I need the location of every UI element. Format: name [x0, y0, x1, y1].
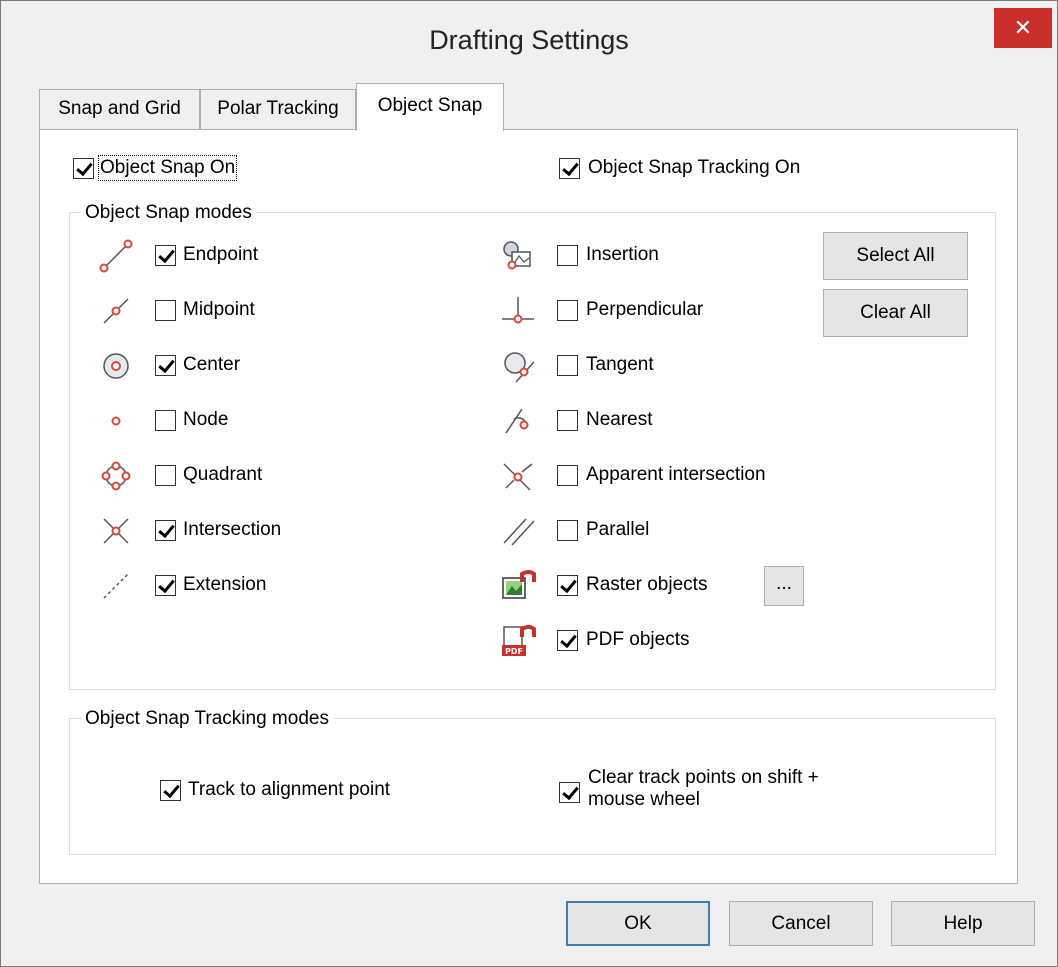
- midpoint-label[interactable]: Midpoint: [183, 299, 255, 321]
- raster-objects-icon: [502, 570, 536, 599]
- endpoint-checkbox[interactable]: [155, 245, 176, 266]
- tab-label: Polar Tracking: [217, 98, 339, 119]
- nearest-label[interactable]: Nearest: [586, 409, 653, 431]
- midpoint-icon: [103, 298, 129, 324]
- perpendicular-label[interactable]: Perpendicular: [586, 299, 703, 321]
- ok-label: OK: [624, 913, 652, 934]
- clear-all-button[interactable]: Clear All: [823, 289, 968, 337]
- intersection-label[interactable]: Intersection: [183, 519, 281, 541]
- track-to-alignment-point-label[interactable]: Track to alignment point: [188, 779, 390, 801]
- intersection-icon: [103, 518, 129, 544]
- pdf-objects-icon: PDF: [502, 625, 536, 656]
- pdf-objects-label[interactable]: PDF objects: [586, 629, 689, 651]
- object-snap-on-checkbox[interactable]: [73, 158, 94, 179]
- node-checkbox[interactable]: [155, 410, 176, 431]
- object-snap-tracking-on-label[interactable]: Object Snap Tracking On: [588, 157, 800, 179]
- select-all-label: Select All: [856, 245, 935, 266]
- tab-object-snap[interactable]: Object Snap: [356, 83, 504, 131]
- insertion-label[interactable]: Insertion: [586, 244, 659, 266]
- nearest-checkbox[interactable]: [557, 410, 578, 431]
- clear-all-label: Clear All: [860, 302, 931, 323]
- object-snap-tracking-on-checkbox[interactable]: [559, 158, 580, 179]
- tab-label: Object Snap: [377, 95, 483, 116]
- close-icon: ✕: [1013, 15, 1033, 40]
- parallel-checkbox[interactable]: [557, 520, 578, 541]
- perpendicular-icon: [502, 297, 534, 324]
- tab-label: Snap and Grid: [58, 98, 181, 119]
- tab-snap-and-grid[interactable]: Snap and Grid: [39, 89, 200, 129]
- clear-track-points-label[interactable]: Clear track points on shift + mouse whee…: [588, 767, 838, 811]
- apparent-intersection-icon: [503, 463, 533, 491]
- pdf-objects-checkbox[interactable]: [557, 630, 578, 651]
- apparent-intersection-checkbox[interactable]: [557, 465, 578, 486]
- endpoint-label[interactable]: Endpoint: [183, 244, 258, 266]
- parallel-label[interactable]: Parallel: [586, 519, 649, 541]
- cancel-label: Cancel: [771, 913, 831, 934]
- tangent-checkbox[interactable]: [557, 355, 578, 376]
- insertion-checkbox[interactable]: [557, 245, 578, 266]
- select-all-button[interactable]: Select All: [823, 232, 968, 280]
- quadrant-label[interactable]: Quadrant: [183, 464, 262, 486]
- help-label: Help: [943, 913, 983, 934]
- insertion-icon: [503, 241, 531, 270]
- ok-button[interactable]: OK: [566, 901, 710, 946]
- tab-polar-tracking[interactable]: Polar Tracking: [200, 89, 356, 129]
- center-checkbox[interactable]: [155, 355, 176, 376]
- object-snap-tracking-modes-title: Object Snap Tracking modes: [81, 708, 333, 730]
- quadrant-checkbox[interactable]: [155, 465, 176, 486]
- window-title: Drafting Settings: [429, 25, 629, 55]
- apparent-intersection-label[interactable]: Apparent intersection: [586, 464, 766, 486]
- perpendicular-checkbox[interactable]: [557, 300, 578, 321]
- object-snap-panel: Object Snap On Object Snap Tracking On O…: [39, 129, 1018, 884]
- clear-track-points-checkbox[interactable]: [559, 782, 580, 803]
- object-snap-on-label[interactable]: Object Snap On: [97, 155, 238, 181]
- node-label[interactable]: Node: [183, 409, 228, 431]
- intersection-checkbox[interactable]: [155, 520, 176, 541]
- center-label[interactable]: Center: [183, 354, 240, 376]
- help-button[interactable]: Help: [891, 901, 1035, 946]
- svg-text:PDF: PDF: [505, 647, 523, 656]
- cancel-button[interactable]: Cancel: [729, 901, 873, 946]
- object-snap-modes-group: [69, 212, 996, 690]
- tangent-icon: [504, 352, 535, 383]
- midpoint-checkbox[interactable]: [155, 300, 176, 321]
- object-snap-modes-title: Object Snap modes: [81, 202, 256, 224]
- raster-objects-label[interactable]: Raster objects: [586, 574, 707, 596]
- track-to-alignment-point-checkbox[interactable]: [160, 780, 181, 801]
- raster-objects-checkbox[interactable]: [557, 575, 578, 596]
- extension-icon: [103, 573, 129, 599]
- tangent-label[interactable]: Tangent: [586, 354, 654, 376]
- title-bar: Drafting Settings ✕: [1, 1, 1057, 87]
- extension-label[interactable]: Extension: [183, 574, 266, 596]
- extension-checkbox[interactable]: [155, 575, 176, 596]
- quadrant-icon: [101, 461, 131, 491]
- close-button[interactable]: ✕: [994, 8, 1052, 48]
- node-icon: [111, 416, 121, 426]
- nearest-icon: [505, 408, 529, 434]
- drafting-settings-dialog: Drafting Settings ✕ Snap and Grid Polar …: [0, 0, 1058, 967]
- parallel-icon: [503, 518, 535, 546]
- endpoint-icon: [99, 239, 133, 273]
- raster-objects-more-button[interactable]: ...: [764, 566, 804, 606]
- ellipsis-label: ...: [776, 573, 792, 594]
- center-icon: [103, 353, 129, 379]
